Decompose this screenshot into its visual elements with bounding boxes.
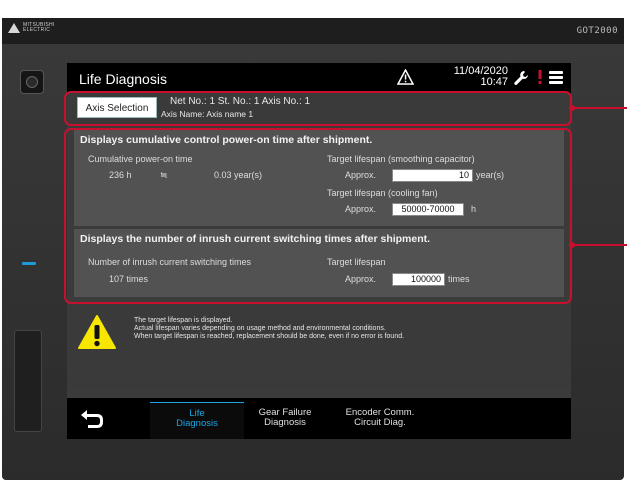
alarm-warning-icon[interactable] [397, 69, 414, 85]
notice-line-1: The target lifespan is displayed. [134, 317, 233, 324]
brand-logo-icon [8, 23, 20, 33]
page-title: Life Diagnosis [79, 71, 167, 87]
title-bar: Life Diagnosis 11/04/2020 10:47 [67, 63, 571, 93]
tab-label-line2: Diagnosis [176, 418, 218, 429]
device-model: GOT2000 [576, 26, 618, 36]
callout-leader-line [572, 244, 627, 246]
bottom-tab-bar: Life Diagnosis Gear Failure Diagnosis En… [67, 398, 571, 439]
lifespan-notice: The target lifespan is displayed. Actual… [67, 303, 571, 388]
diagnosis-callout [64, 128, 572, 304]
exclamation-icon[interactable] [537, 69, 543, 85]
tab-label-line2: Diagnosis [264, 417, 306, 428]
callout-dot [569, 242, 575, 248]
brand-logo: MITSUBISHI ELECTRIC [8, 23, 55, 33]
brand-bar: MITSUBISHI ELECTRIC GOT2000 [2, 18, 624, 44]
warning-triangle-icon [78, 315, 116, 349]
tab-gear-failure-diagnosis[interactable]: Gear Failure Diagnosis [246, 402, 324, 439]
hamburger-menu-icon[interactable] [549, 71, 563, 84]
callout-dot [569, 105, 575, 111]
notice-line-3: When target lifespan is reached, replace… [134, 333, 405, 340]
notice-line-2: Actual lifespan varies depending on usag… [134, 325, 386, 332]
tab-life-diagnosis[interactable]: Life Diagnosis [150, 402, 244, 439]
datetime-display: 11/04/2020 10:47 [420, 66, 508, 88]
status-led [22, 262, 36, 265]
back-arrow-icon[interactable] [79, 407, 109, 431]
time-text: 10:47 [480, 76, 508, 88]
wrench-icon[interactable] [513, 70, 529, 86]
card-slot-cover [14, 330, 42, 432]
hardware-power-button[interactable] [20, 70, 44, 94]
notice-text: The target lifespan is displayed. Actual… [134, 317, 404, 341]
tab-encoder-comm-circuit-diag[interactable]: Encoder Comm. Circuit Diag. [330, 402, 430, 439]
callout-leader-line [572, 107, 627, 109]
brand-name-line2: ELECTRIC [23, 27, 51, 33]
tab-label-line2: Circuit Diag. [354, 417, 406, 428]
axis-info-callout [64, 91, 572, 126]
